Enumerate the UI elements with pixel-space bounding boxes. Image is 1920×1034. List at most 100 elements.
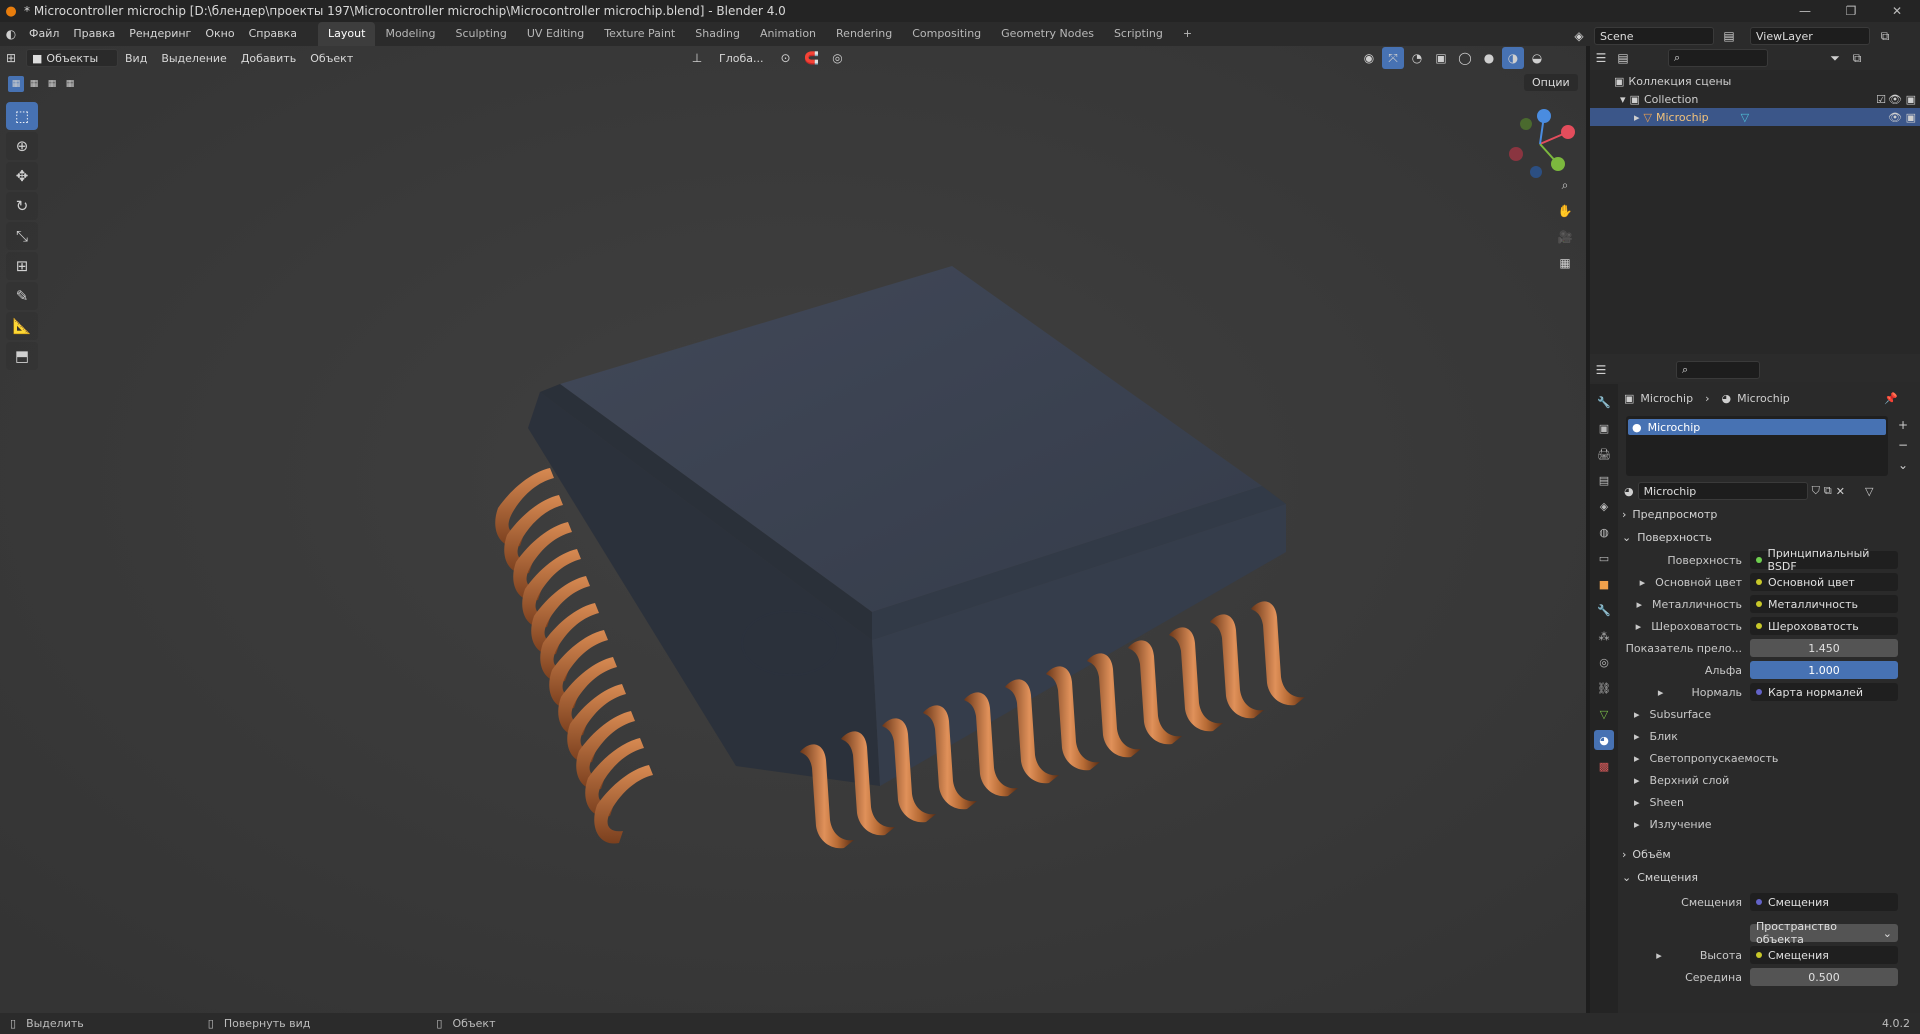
gizmo-icon[interactable]: ⤧ <box>1382 47 1404 69</box>
material-slots-list[interactable]: ● Microchip <box>1626 416 1888 476</box>
perspective-grid-icon[interactable]: ▦ <box>1554 252 1576 274</box>
particles-tab-icon[interactable]: ⁂ <box>1594 626 1614 646</box>
fake-user-icon[interactable]: ⛉ <box>1812 484 1820 498</box>
subpanel-subsurface[interactable]: ▸ Subsurface <box>1634 705 1904 723</box>
properties-editor-icon[interactable]: ☰ <box>1590 359 1612 381</box>
shading-solid-icon[interactable]: ● <box>1478 47 1500 69</box>
expand-arrow-icon[interactable]: ▸ <box>1636 598 1642 611</box>
menu-render[interactable]: Рендеринг <box>122 22 198 46</box>
editor-type-icon[interactable]: ⊞ <box>0 47 22 69</box>
metallic-field[interactable]: Металличность <box>1750 595 1898 613</box>
xray-icon[interactable]: ▣ <box>1430 47 1452 69</box>
scene-icon[interactable]: ◈ <box>1568 25 1590 47</box>
add-slot-icon[interactable]: + <box>1894 416 1912 434</box>
expand-arrow-icon[interactable]: ▸ <box>1656 949 1662 962</box>
tab-texture-paint[interactable]: Texture Paint <box>594 22 685 46</box>
pivot-icon[interactable]: ⊙ <box>774 47 796 69</box>
navigation-gizmo[interactable] <box>1500 104 1580 184</box>
expand-arrow-icon[interactable]: ▸ <box>1634 111 1640 124</box>
filter-icon[interactable]: ⏷ <box>1824 47 1846 69</box>
shading-wireframe-icon[interactable]: ◯ <box>1454 47 1476 69</box>
subpanel-coat[interactable]: ▸ Верхний слой <box>1634 771 1904 789</box>
select-extend-icon[interactable]: ▦ <box>26 76 42 92</box>
menu-object[interactable]: Объект <box>303 52 360 65</box>
constraints-tab-icon[interactable]: ⛓ <box>1594 678 1614 698</box>
camera-icon[interactable]: 🎥 <box>1554 226 1576 248</box>
view-layer-field[interactable]: ViewLayer <box>1750 27 1870 45</box>
transform-tool-icon[interactable]: ⊞ <box>6 252 38 280</box>
render-tab-icon[interactable]: ▣ <box>1594 418 1614 438</box>
outliner-row-microchip[interactable]: ▸ ▽ Microchip ▽ 👁 ▣ <box>1590 108 1920 126</box>
menu-view[interactable]: Вид <box>118 52 154 65</box>
tab-rendering[interactable]: Rendering <box>826 22 902 46</box>
data-tab-icon[interactable]: ▽ <box>1594 704 1614 724</box>
height-field[interactable]: Смещения <box>1750 946 1898 964</box>
remove-slot-icon[interactable]: − <box>1894 436 1912 454</box>
menu-edit[interactable]: Правка <box>66 22 122 46</box>
material-name-field[interactable]: Microchip <box>1637 482 1808 500</box>
visibility-eye-icon[interactable]: 👁 <box>1888 93 1902 106</box>
world-tab-icon[interactable]: ◍ <box>1594 522 1614 542</box>
new-collection-icon[interactable]: ⧉ <box>1846 47 1868 69</box>
slot-menu-icon[interactable]: ⌄ <box>1894 456 1912 474</box>
tab-sculpting[interactable]: Sculpting <box>446 22 517 46</box>
exclude-checkbox[interactable]: ☑ <box>1876 93 1886 106</box>
tab-geometry-nodes[interactable]: Geometry Nodes <box>991 22 1104 46</box>
material-slot-item[interactable]: ● Microchip <box>1628 419 1886 435</box>
snap-icon[interactable]: 🧲 <box>800 47 822 69</box>
alpha-field[interactable]: 1.000 <box>1750 661 1898 679</box>
add-cube-tool-icon[interactable]: ⬒ <box>6 342 38 370</box>
menu-help[interactable]: Справка <box>242 22 304 46</box>
expand-arrow-icon[interactable]: ▸ <box>1658 686 1664 699</box>
scene-field[interactable]: Scene <box>1594 27 1714 45</box>
mesh-data-icon[interactable]: ▽ <box>1741 111 1749 124</box>
measure-tool-icon[interactable]: 📐 <box>6 312 38 340</box>
select-subtract-icon[interactable]: ▦ <box>44 76 60 92</box>
expand-arrow-icon[interactable]: ▸ <box>1640 576 1646 589</box>
options-button[interactable]: Опции <box>1524 74 1578 91</box>
scale-tool-icon[interactable]: ⤡ <box>6 222 38 250</box>
menu-file[interactable]: Файл <box>22 22 66 46</box>
displacement-field[interactable]: Смещения <box>1750 893 1898 911</box>
select-new-icon[interactable]: ▦ <box>8 76 24 92</box>
outliner-search-input[interactable]: ⌕ <box>1668 49 1768 67</box>
outliner-row-collection[interactable]: ▾ ▣ Collection ☑ 👁 ▣ <box>1590 90 1920 108</box>
view-layer-tab-icon[interactable]: ▤ <box>1594 470 1614 490</box>
3d-viewport[interactable]: ⊞ ■ Объекты Вид Выделение Добавить Объек… <box>0 46 1586 1013</box>
expand-arrow-icon[interactable]: ▾ <box>1620 93 1626 106</box>
object-tab-icon[interactable]: ■ <box>1594 574 1614 594</box>
properties-search-input[interactable]: ⌕ <box>1676 361 1760 379</box>
add-workspace-icon[interactable]: + <box>1173 22 1202 46</box>
zoom-icon[interactable]: ⌕ <box>1554 174 1576 196</box>
pan-hand-icon[interactable]: ✋ <box>1554 200 1576 222</box>
surface-shader-field[interactable]: Принципиальный BSDF <box>1750 547 1898 573</box>
section-preview[interactable]: › Предпросмотр <box>1622 504 1918 524</box>
menu-select[interactable]: Выделение <box>154 52 234 65</box>
visibility-icon[interactable]: ◉ <box>1358 47 1380 69</box>
move-tool-icon[interactable]: ✥ <box>6 162 38 190</box>
new-view-layer-icon[interactable]: ⧉ <box>1874 25 1896 47</box>
view-layer-icon[interactable]: ▤ <box>1718 25 1740 47</box>
tab-uv-editing[interactable]: UV Editing <box>517 22 594 46</box>
transform-orientation-select[interactable]: Глоба... <box>712 52 770 65</box>
section-surface[interactable]: ⌄ Поверхность <box>1622 527 1918 547</box>
section-volume[interactable]: › Объём <box>1622 844 1918 864</box>
pin-icon[interactable]: 📌 <box>1884 392 1898 405</box>
tab-shading[interactable]: Shading <box>685 22 750 46</box>
tab-layout[interactable]: Layout <box>318 22 376 46</box>
subpanel-sheen[interactable]: ▸ Sheen <box>1634 793 1904 811</box>
select-box-tool-icon[interactable]: ⬚ <box>6 102 38 130</box>
duplicate-material-icon[interactable]: ⧉ <box>1824 484 1832 498</box>
collection-tab-icon[interactable]: ▭ <box>1594 548 1614 568</box>
section-displacement[interactable]: ⌄ Смещения <box>1622 867 1918 887</box>
display-mode-icon[interactable]: ▤ <box>1612 47 1634 69</box>
tab-compositing[interactable]: Compositing <box>902 22 991 46</box>
subpanel-emission[interactable]: ▸ Излучение <box>1634 815 1904 833</box>
cursor-tool-icon[interactable]: ⊕ <box>6 132 38 160</box>
subpanel-transmission[interactable]: ▸ Светопропускаемость <box>1634 749 1904 767</box>
orientation-icon[interactable]: ⊥ <box>686 47 708 69</box>
roughness-field[interactable]: Шероховатость <box>1750 617 1898 635</box>
tab-modeling[interactable]: Modeling <box>375 22 445 46</box>
overlay-icon[interactable]: ◔ <box>1406 47 1428 69</box>
unlink-material-icon[interactable]: ✕ <box>1836 485 1845 498</box>
